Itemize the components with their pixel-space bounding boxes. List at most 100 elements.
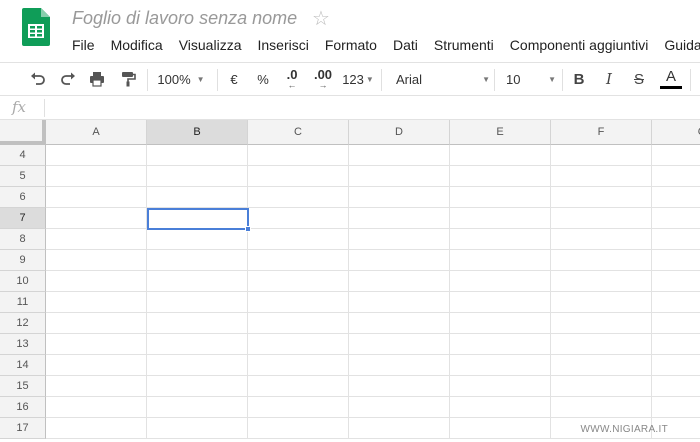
cell-a13[interactable]: [46, 334, 147, 355]
cell-c4[interactable]: [248, 145, 349, 166]
cell-f7[interactable]: [551, 208, 652, 229]
cell-g5[interactable]: [652, 166, 700, 187]
text-color-button[interactable]: A: [658, 63, 684, 95]
row-header-12[interactable]: 12: [0, 313, 46, 334]
row-header-14[interactable]: 14: [0, 355, 46, 376]
cell-b13[interactable]: [147, 334, 248, 355]
cell-f5[interactable]: [551, 166, 652, 187]
cell-a16[interactable]: [46, 397, 147, 418]
cell-a4[interactable]: [46, 145, 147, 166]
star-icon[interactable]: ☆: [312, 6, 330, 31]
column-header-b[interactable]: B: [147, 120, 248, 145]
cell-g8[interactable]: [652, 229, 700, 250]
cell-c11[interactable]: [248, 292, 349, 313]
cell-c9[interactable]: [248, 250, 349, 271]
spreadsheet-grid[interactable]: ABCDEFG 4567891011121314151617: [0, 120, 700, 442]
cell-a12[interactable]: [46, 313, 147, 334]
cell-f10[interactable]: [551, 271, 652, 292]
cell-e16[interactable]: [450, 397, 551, 418]
cell-e7[interactable]: [450, 208, 551, 229]
percent-format-button[interactable]: %: [253, 63, 273, 95]
sheets-logo-icon[interactable]: [22, 8, 50, 46]
cell-d5[interactable]: [349, 166, 450, 187]
strikethrough-button[interactable]: S: [629, 63, 649, 95]
row-header-8[interactable]: 8: [0, 229, 46, 250]
cell-a8[interactable]: [46, 229, 147, 250]
cell-c12[interactable]: [248, 313, 349, 334]
cell-e15[interactable]: [450, 376, 551, 397]
cell-g7[interactable]: [652, 208, 700, 229]
column-header-a[interactable]: A: [46, 120, 147, 145]
paint-format-button[interactable]: [116, 63, 140, 95]
row-header-15[interactable]: 15: [0, 376, 46, 397]
cell-g9[interactable]: [652, 250, 700, 271]
cell-b11[interactable]: [147, 292, 248, 313]
decrease-decimal-button[interactable]: .0 ←: [280, 63, 304, 95]
cell-d15[interactable]: [349, 376, 450, 397]
currency-format-button[interactable]: €: [224, 63, 244, 95]
cell-f6[interactable]: [551, 187, 652, 208]
cell-f8[interactable]: [551, 229, 652, 250]
cell-b7[interactable]: [147, 208, 248, 229]
cell-e14[interactable]: [450, 355, 551, 376]
cell-f4[interactable]: [551, 145, 652, 166]
cell-e10[interactable]: [450, 271, 551, 292]
cell-e17[interactable]: [450, 418, 551, 439]
cell-f9[interactable]: [551, 250, 652, 271]
cell-d16[interactable]: [349, 397, 450, 418]
cell-a6[interactable]: [46, 187, 147, 208]
cell-a14[interactable]: [46, 355, 147, 376]
menu-addons[interactable]: Componenti aggiuntivi: [502, 36, 657, 56]
cell-g11[interactable]: [652, 292, 700, 313]
menu-data[interactable]: Dati: [385, 36, 426, 56]
cell-c8[interactable]: [248, 229, 349, 250]
font-family-select[interactable]: Arial ▼: [390, 63, 490, 95]
cell-f12[interactable]: [551, 313, 652, 334]
cell-d4[interactable]: [349, 145, 450, 166]
cell-c16[interactable]: [248, 397, 349, 418]
column-header-d[interactable]: D: [349, 120, 450, 145]
cell-d10[interactable]: [349, 271, 450, 292]
cell-e13[interactable]: [450, 334, 551, 355]
cell-b5[interactable]: [147, 166, 248, 187]
cell-b9[interactable]: [147, 250, 248, 271]
cell-b6[interactable]: [147, 187, 248, 208]
cell-c10[interactable]: [248, 271, 349, 292]
cell-d9[interactable]: [349, 250, 450, 271]
cell-a9[interactable]: [46, 250, 147, 271]
cell-b8[interactable]: [147, 229, 248, 250]
cell-e8[interactable]: [450, 229, 551, 250]
zoom-select[interactable]: 100% ▼: [152, 63, 210, 95]
cell-d6[interactable]: [349, 187, 450, 208]
cell-f11[interactable]: [551, 292, 652, 313]
undo-button[interactable]: [26, 63, 50, 95]
cell-g12[interactable]: [652, 313, 700, 334]
cell-b4[interactable]: [147, 145, 248, 166]
row-header-11[interactable]: 11: [0, 292, 46, 313]
cell-f15[interactable]: [551, 376, 652, 397]
row-header-6[interactable]: 6: [0, 187, 46, 208]
cell-c17[interactable]: [248, 418, 349, 439]
cell-d17[interactable]: [349, 418, 450, 439]
cell-c14[interactable]: [248, 355, 349, 376]
cell-a10[interactable]: [46, 271, 147, 292]
cell-b17[interactable]: [147, 418, 248, 439]
cell-e11[interactable]: [450, 292, 551, 313]
cell-e6[interactable]: [450, 187, 551, 208]
cell-a7[interactable]: [46, 208, 147, 229]
cell-c6[interactable]: [248, 187, 349, 208]
row-header-4[interactable]: 4: [0, 145, 46, 166]
bold-button[interactable]: B: [569, 63, 589, 95]
column-header-g[interactable]: G: [652, 120, 700, 145]
cell-a17[interactable]: [46, 418, 147, 439]
cell-g14[interactable]: [652, 355, 700, 376]
menu-view[interactable]: Visualizza: [171, 36, 250, 56]
cell-g10[interactable]: [652, 271, 700, 292]
cell-e5[interactable]: [450, 166, 551, 187]
menu-tools[interactable]: Strumenti: [426, 36, 502, 56]
cell-b16[interactable]: [147, 397, 248, 418]
cell-d12[interactable]: [349, 313, 450, 334]
column-header-c[interactable]: C: [248, 120, 349, 145]
menu-file[interactable]: File: [64, 36, 103, 56]
cell-b10[interactable]: [147, 271, 248, 292]
